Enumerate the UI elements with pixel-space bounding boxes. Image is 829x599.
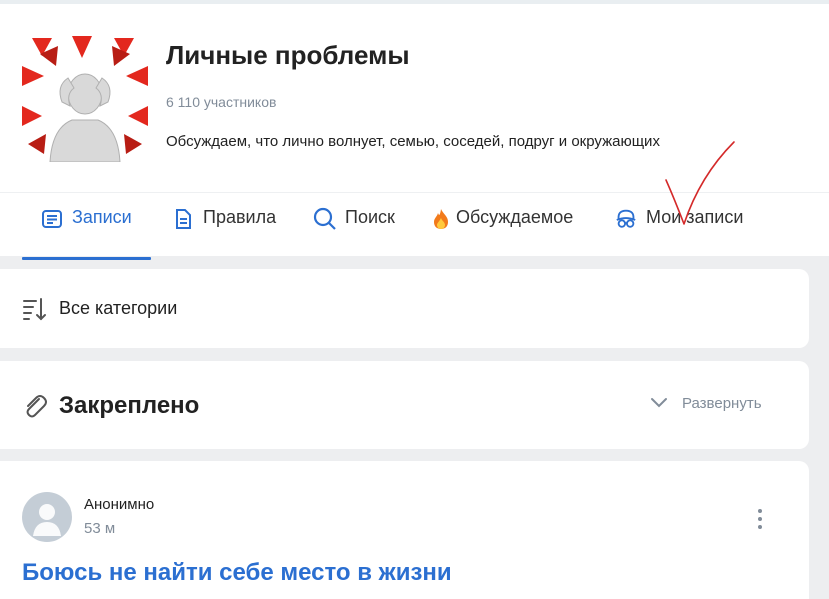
- tab-label: Поиск: [345, 207, 395, 227]
- tab-trending[interactable]: Обсуждаемое: [432, 207, 573, 259]
- chevron-down-icon: [650, 395, 668, 412]
- tab-label: Правила: [203, 207, 277, 227]
- members-count[interactable]: 6 110 участников: [166, 94, 276, 110]
- pinned-title: Закреплено: [59, 392, 200, 419]
- tab-posts[interactable]: Записи: [40, 207, 132, 259]
- tab-search[interactable]: Поиск: [313, 207, 395, 259]
- categories-label: Все категории: [59, 298, 178, 318]
- group-avatar[interactable]: [22, 36, 148, 162]
- anonymous-avatar[interactable]: [22, 492, 72, 542]
- post-author[interactable]: Анонимно: [84, 496, 154, 513]
- active-tab-indicator: [22, 257, 151, 260]
- search-icon: [313, 207, 337, 231]
- group-title: Личные проблемы: [166, 40, 410, 70]
- group-header: Личные проблемы 6 110 участников Обсужда…: [0, 0, 829, 260]
- post-title[interactable]: Боюсь не найти себе место в жизни: [22, 559, 452, 587]
- document-icon: [171, 207, 195, 231]
- paperclip-icon: [22, 393, 48, 424]
- tab-label: Записи: [72, 207, 132, 227]
- incognito-icon: [614, 207, 638, 231]
- post-card: Анонимно 53 м Боюсь не найти себе место …: [0, 461, 809, 599]
- tab-rules[interactable]: Правила: [171, 207, 276, 259]
- fire-emoji-icon: [432, 207, 450, 231]
- expand-label: Развернуть: [682, 395, 762, 412]
- more-options-icon[interactable]: [748, 507, 772, 531]
- pinned-card: Закреплено Развернуть: [0, 361, 809, 449]
- document-lines-icon: [40, 207, 64, 231]
- categories-card[interactable]: Все категории: [0, 269, 809, 348]
- post-time[interactable]: 53 м: [84, 520, 115, 537]
- tab-label: Обсуждаемое: [456, 207, 574, 227]
- expand-button[interactable]: Развернуть: [650, 395, 762, 412]
- sort-icon: [22, 297, 48, 326]
- group-description: Обсуждаем, что лично волнует, семью, сос…: [166, 133, 660, 150]
- handdrawn-checkmark: [665, 141, 735, 225]
